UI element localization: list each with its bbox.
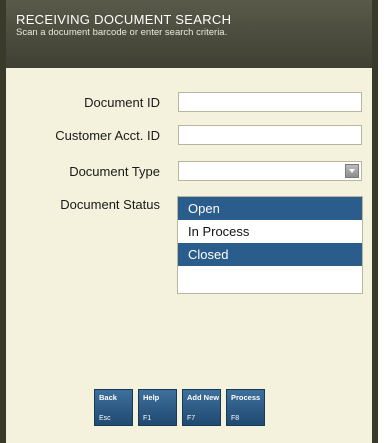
add-new-button-key: F7 xyxy=(187,415,196,422)
header: RECEIVING DOCUMENT SEARCH Scan a documen… xyxy=(6,0,372,68)
status-option-in-process[interactable]: In Process xyxy=(178,220,362,243)
document-id-row: Document ID xyxy=(6,92,372,114)
add-new-button-label: Add New xyxy=(187,393,220,402)
document-status-label: Document Status xyxy=(60,197,160,212)
dropdown-arrow-icon[interactable] xyxy=(345,164,359,178)
process-button[interactable]: Process F8 xyxy=(226,389,265,426)
customer-acct-id-label: Customer Acct. ID xyxy=(55,128,160,143)
status-option-open[interactable]: Open xyxy=(178,197,362,220)
back-button[interactable]: Back Esc xyxy=(94,389,133,426)
document-type-label: Document Type xyxy=(69,164,160,179)
document-id-label: Document ID xyxy=(84,95,160,110)
customer-acct-id-input[interactable] xyxy=(178,125,362,145)
document-id-input[interactable] xyxy=(178,92,362,112)
process-button-key: F8 xyxy=(231,415,240,422)
customer-acct-id-row: Customer Acct. ID xyxy=(6,125,372,147)
help-button[interactable]: Help F1 xyxy=(138,389,177,426)
status-option-closed[interactable]: Closed xyxy=(178,243,362,266)
document-type-select[interactable] xyxy=(178,161,362,181)
receiving-document-search-window: RECEIVING DOCUMENT SEARCH Scan a documen… xyxy=(0,0,378,443)
page-title: RECEIVING DOCUMENT SEARCH xyxy=(16,12,232,27)
help-button-key: F1 xyxy=(143,415,152,422)
back-button-key: Esc xyxy=(99,415,111,422)
page-subtitle: Scan a document barcode or enter search … xyxy=(16,27,228,38)
add-new-button[interactable]: Add New F7 xyxy=(182,389,221,426)
function-button-bar: Back Esc Help F1 Add New F7 Process F8 xyxy=(94,389,265,426)
process-button-label: Process xyxy=(231,393,261,402)
help-button-label: Help xyxy=(143,393,160,402)
document-type-row: Document Type xyxy=(6,161,372,183)
document-status-listbox[interactable]: Open In Process Closed xyxy=(177,196,363,294)
back-button-label: Back xyxy=(99,393,117,402)
